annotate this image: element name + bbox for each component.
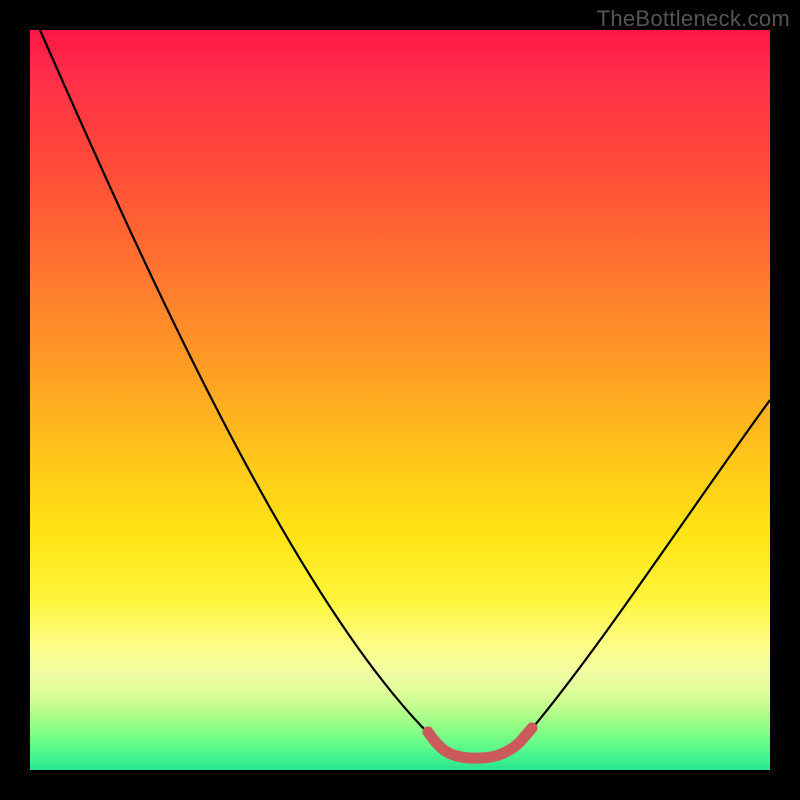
chart-frame: TheBottleneck.com xyxy=(0,0,800,800)
highlight-end-dot-left xyxy=(423,727,434,738)
main-curve xyxy=(40,30,770,758)
plot-area xyxy=(30,30,770,770)
watermark-text: TheBottleneck.com xyxy=(597,6,790,32)
curve-svg xyxy=(30,30,770,770)
highlight-end-dot-right xyxy=(527,723,538,734)
bottom-highlight xyxy=(428,728,532,758)
